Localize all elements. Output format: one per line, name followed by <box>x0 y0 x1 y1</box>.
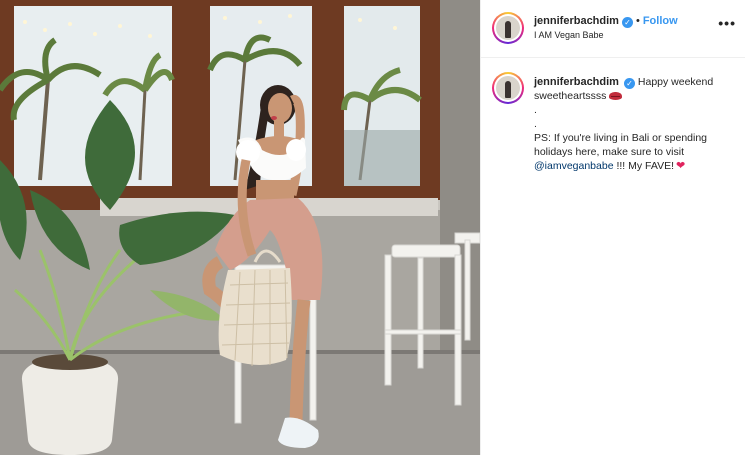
avatar-image <box>496 76 520 100</box>
avatar[interactable] <box>492 12 524 44</box>
location-link[interactable]: I AM Vegan Babe <box>534 30 604 40</box>
post-photo[interactable] <box>0 0 480 455</box>
separator-dot: • <box>635 15 640 27</box>
verified-badge-icon: ✓ <box>623 78 635 89</box>
verified-badge-icon: ✓ <box>621 17 633 28</box>
heart-emoji-icon: ❤ <box>676 160 686 172</box>
caption-text-line3: !!! My FAVE! <box>613 160 675 172</box>
post-side-panel: jenniferbachdim ✓ • Follow I AM Vegan Babe … <box>480 0 745 455</box>
lips-emoji-icon <box>609 92 623 100</box>
caption-dot-2: . <box>534 118 537 130</box>
avatar-image <box>496 16 520 40</box>
post-header: jenniferbachdim ✓ • Follow I AM Vegan Babe … <box>481 0 745 58</box>
follow-button[interactable]: Follow <box>643 15 678 27</box>
caption-dot-1: . <box>534 104 537 116</box>
caption-username-link[interactable]: jenniferbachdim <box>534 76 619 88</box>
mention-link[interactable]: @iamveganbabe <box>534 160 614 172</box>
more-options-icon[interactable]: ••• <box>718 15 736 31</box>
username-link[interactable]: jenniferbachdim <box>534 15 619 27</box>
caption-avatar[interactable] <box>492 72 524 104</box>
caption-text-line2: PS: If you're living in Bali or spending… <box>534 132 708 158</box>
post-caption: jenniferbachdim ✓ Happy weekend sweethear… <box>534 75 739 173</box>
post-image <box>0 0 480 455</box>
